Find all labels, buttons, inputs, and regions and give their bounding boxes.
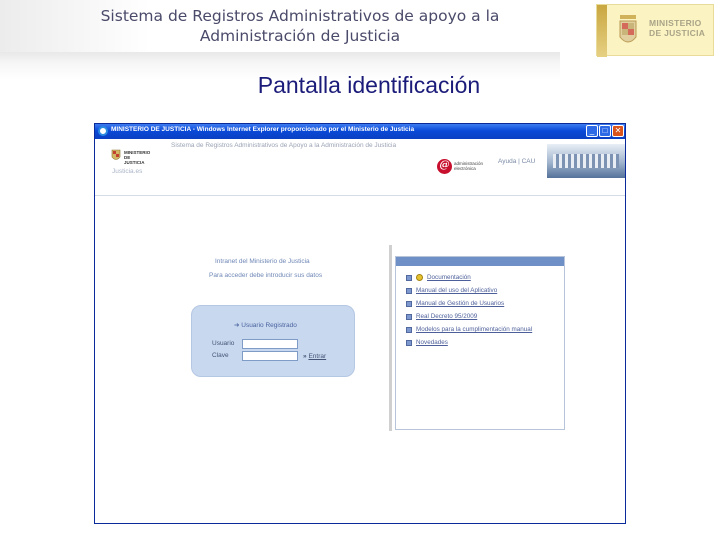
link-label: Modelos para la cumplimentación manual bbox=[416, 326, 533, 333]
links-panel: Documentación Manual del uso del Aplicat… bbox=[395, 256, 565, 430]
ae-logo[interactable]: @ administración electrónica bbox=[437, 159, 497, 177]
coat-of-arms-icon bbox=[619, 15, 637, 43]
registered-user-title: ➔ Usuario Registrado bbox=[234, 322, 297, 329]
link-documentacion[interactable]: Documentación bbox=[406, 274, 471, 284]
site-domain[interactable]: Justicia.es bbox=[112, 168, 142, 175]
password-input[interactable] bbox=[242, 351, 298, 361]
window-titlebar[interactable]: MINISTERIO DE JUSTICIA - Windows Interne… bbox=[95, 124, 625, 139]
header-divider bbox=[95, 195, 625, 196]
link-modelos[interactable]: Modelos para la cumplimentación manual bbox=[406, 326, 532, 336]
org-logo-text: MINISTERIO DE JUSTICIA bbox=[124, 150, 151, 165]
window-title: MINISTERIO DE JUSTICIA - Windows Interne… bbox=[111, 126, 415, 133]
ae-logo-line2: electrónica bbox=[454, 166, 476, 171]
bullet-icon bbox=[406, 287, 412, 294]
ie-icon bbox=[98, 126, 108, 136]
coat-of-arms-icon bbox=[111, 149, 121, 160]
link-label: Novedades bbox=[416, 339, 448, 346]
app-title: Sistema de Registros Administrativos de … bbox=[171, 142, 397, 149]
logo-text-line1: MINISTERIO bbox=[649, 18, 702, 28]
link-novedades[interactable]: Novedades bbox=[406, 339, 448, 349]
enter-button[interactable]: » Entrar bbox=[303, 353, 326, 360]
link-manual-usuarios[interactable]: Manual de Gestión de Usuarios bbox=[406, 300, 504, 310]
link-label: Manual de Gestión de Usuarios bbox=[416, 300, 505, 307]
logo-text: MINISTERIO DE JUSTICIA bbox=[649, 18, 705, 38]
slide-title-line1: Sistema de Registros Administrativos de … bbox=[100, 7, 500, 25]
bullet-icon bbox=[406, 326, 412, 333]
login-form: ➔ Usuario Registrado Usuario Clave » Ent… bbox=[191, 305, 355, 377]
at-sign-icon: @ bbox=[437, 159, 452, 174]
logo-text-line2: DE JUSTICIA bbox=[649, 28, 706, 38]
org-logo-line2: DE JUSTICIA bbox=[124, 155, 145, 165]
building-banner bbox=[547, 144, 625, 178]
column-divider bbox=[389, 245, 392, 431]
browser-window: MINISTERIO DE JUSTICIA - Windows Interne… bbox=[94, 123, 626, 524]
user-input[interactable] bbox=[242, 339, 298, 349]
bullet-icon bbox=[406, 313, 412, 320]
document-icon bbox=[416, 274, 423, 281]
bullet-icon bbox=[406, 300, 412, 307]
intranet-subheading: Para acceder debe introducir sus datos bbox=[209, 272, 323, 279]
screen-title: Pantalla identificación bbox=[257, 72, 481, 98]
help-links[interactable]: Ayuda | CAU bbox=[498, 158, 535, 165]
panel-header-bar bbox=[396, 257, 564, 266]
bullet-icon bbox=[406, 274, 412, 281]
link-label: Manual del uso del Aplicativo bbox=[416, 287, 498, 294]
slide-title: Sistema de Registros Administrativos de … bbox=[30, 6, 570, 46]
org-logo[interactable]: MINISTERIO DE JUSTICIA bbox=[111, 148, 151, 165]
site-header: MINISTERIO DE JUSTICIA Justicia.es Siste… bbox=[95, 139, 625, 196]
slide-header: Sistema de Registros Administrativos de … bbox=[0, 0, 720, 62]
building-columns bbox=[553, 154, 619, 168]
enter-label: Entrar bbox=[308, 353, 327, 360]
maximize-button[interactable]: □ bbox=[599, 125, 611, 137]
intranet-heading: Intranet del Ministerio de Justicia bbox=[215, 258, 310, 265]
logo-stripe bbox=[597, 5, 607, 57]
link-manual-aplicativo[interactable]: Manual del uso del Aplicativo bbox=[406, 287, 497, 297]
ae-logo-text: administración electrónica bbox=[454, 161, 483, 171]
minimize-button[interactable]: _ bbox=[586, 125, 598, 137]
bullet-icon bbox=[406, 339, 412, 346]
password-label: Clave bbox=[212, 352, 229, 359]
link-real-decreto[interactable]: Real Decreto 95/2009 bbox=[406, 313, 477, 323]
link-label: Documentación bbox=[427, 274, 471, 281]
slide-title-line2: Administración de Justicia bbox=[199, 27, 401, 45]
link-label: Real Decreto 95/2009 bbox=[416, 313, 478, 320]
ministry-logo: MINISTERIO DE JUSTICIA bbox=[596, 4, 714, 57]
enter-arrow-icon: » bbox=[303, 353, 307, 360]
close-button[interactable]: ✕ bbox=[612, 125, 624, 137]
user-label: Usuario bbox=[212, 340, 235, 347]
